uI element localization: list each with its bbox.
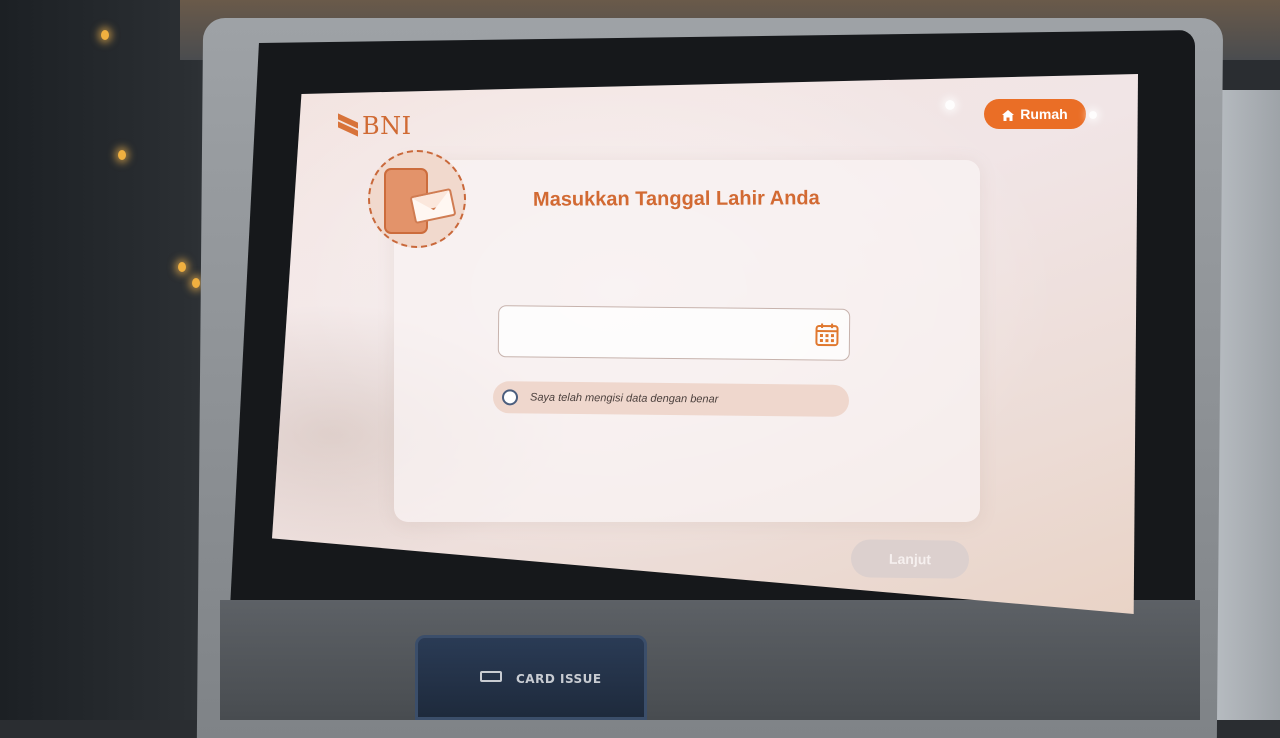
bni-logo: BNI	[338, 112, 412, 140]
birth-date-input[interactable]	[498, 305, 851, 361]
ambient-light	[101, 30, 109, 40]
bni-logo-text: BNI	[362, 112, 412, 140]
calendar-icon[interactable]	[815, 322, 839, 346]
next-button[interactable]: Lanjut	[851, 539, 970, 579]
ambient-light	[192, 278, 200, 288]
bni-logo-mark-icon	[338, 116, 360, 136]
page-title: Masukkan Tanggal Lahir Anda	[533, 187, 820, 212]
screen-glare	[945, 100, 955, 110]
card-issue-slot[interactable]: CARD ISSUE	[415, 635, 647, 720]
confirmation-radio[interactable]	[502, 389, 518, 405]
screen-glare	[1089, 111, 1097, 119]
atm-screen: BNI Rumah Masukkan Tanggal Lahir Anda Sa	[272, 74, 1138, 614]
confirmation-label: Saya telah mengisi data dengan benar	[530, 392, 718, 406]
ambient-light	[118, 150, 126, 160]
home-button[interactable]: Rumah	[984, 99, 1086, 129]
home-icon	[1002, 110, 1014, 121]
card-icon	[480, 671, 502, 682]
phone-envelope-illustration-icon	[368, 150, 466, 248]
kiosk-lower-panel	[220, 600, 1200, 720]
ambient-light	[178, 262, 186, 272]
data-confirmation-option[interactable]: Saya telah mengisi data dengan benar	[493, 381, 849, 417]
card-slot-label: CARD ISSUE	[516, 672, 602, 686]
home-button-label: Rumah	[1020, 106, 1067, 122]
